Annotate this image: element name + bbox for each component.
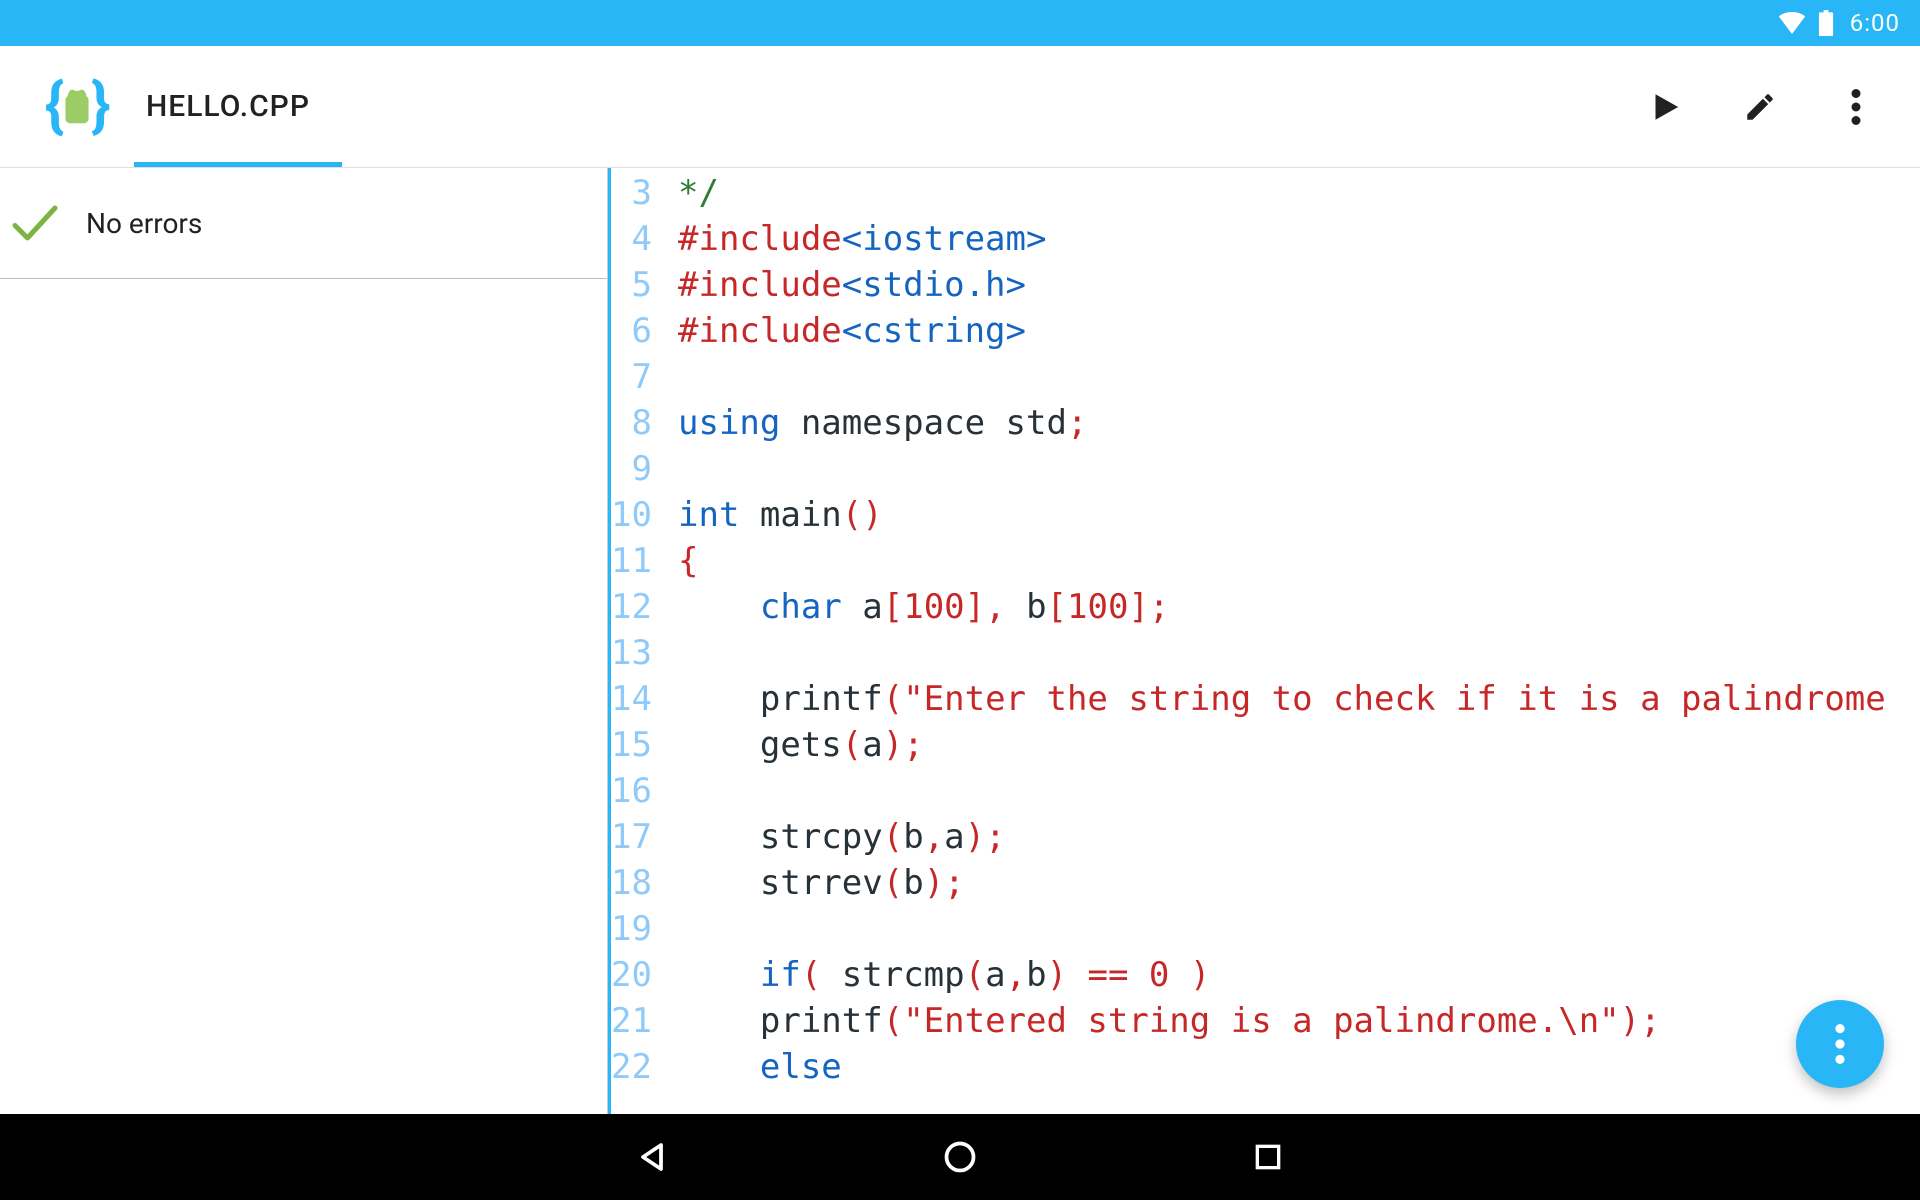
overflow-menu-button[interactable] (1836, 87, 1876, 127)
line-number: 11 (611, 538, 652, 584)
edit-button[interactable] (1740, 87, 1780, 127)
code-line[interactable]: #include<iostream> (678, 216, 1920, 262)
android-nav-bar (0, 1114, 1920, 1200)
svg-text:{: { (45, 70, 65, 141)
line-number: 5 (611, 262, 652, 308)
nav-recent-button[interactable] (1244, 1133, 1292, 1181)
code-line[interactable]: printf("Enter the string to check if it … (678, 676, 1920, 722)
code-line[interactable]: { (678, 538, 1920, 584)
app-bar: { } HELLO.CPP (0, 46, 1920, 168)
line-number-gutter: 345678910111213141516171819202122 (608, 168, 660, 1114)
fab-more-button[interactable] (1796, 1000, 1884, 1088)
battery-icon (1818, 10, 1834, 36)
nav-back-button[interactable] (628, 1133, 676, 1181)
line-number: 3 (611, 170, 652, 216)
code-line[interactable]: int main() (678, 492, 1920, 538)
status-clock: 6:00 (1850, 9, 1900, 37)
code-line[interactable]: else (678, 1044, 1920, 1090)
main-area: No errors 345678910111213141516171819202… (0, 168, 1920, 1114)
code-line[interactable]: char a[100], b[100]; (678, 584, 1920, 630)
code-line[interactable]: if( strcmp(a,b) == 0 ) (678, 952, 1920, 998)
file-title: HELLO.CPP (146, 89, 310, 124)
errors-panel: No errors (0, 168, 608, 1114)
line-number: 19 (611, 906, 652, 952)
line-number: 12 (611, 584, 652, 630)
error-status-text: No errors (86, 207, 202, 240)
code-line[interactable] (678, 354, 1920, 400)
line-number: 4 (611, 216, 652, 262)
line-number: 18 (611, 860, 652, 906)
active-tab-indicator (134, 162, 342, 167)
line-number: 17 (611, 814, 652, 860)
line-number: 21 (611, 998, 652, 1044)
code-line[interactable] (678, 906, 1920, 952)
code-line[interactable]: strcpy(b,a); (678, 814, 1920, 860)
code-line[interactable]: using namespace std; (678, 400, 1920, 446)
app-bar-actions (1644, 87, 1892, 127)
code-line[interactable] (678, 630, 1920, 676)
line-number: 6 (611, 308, 652, 354)
check-icon (8, 196, 62, 250)
error-status-row[interactable]: No errors (0, 168, 607, 279)
line-number: 7 (611, 354, 652, 400)
code-line[interactable]: #include<cstring> (678, 308, 1920, 354)
line-number: 8 (611, 400, 652, 446)
line-number: 13 (611, 630, 652, 676)
wifi-icon (1778, 12, 1806, 34)
code-line[interactable]: strrev(b); (678, 860, 1920, 906)
svg-text:}: } (91, 70, 111, 141)
line-number: 14 (611, 676, 652, 722)
code-line[interactable] (678, 768, 1920, 814)
line-number: 10 (611, 492, 652, 538)
code-line[interactable] (678, 446, 1920, 492)
code-line[interactable]: printf("Entered string is a palindrome.\… (678, 998, 1920, 1044)
line-number: 16 (611, 768, 652, 814)
line-number: 9 (611, 446, 652, 492)
line-number: 20 (611, 952, 652, 998)
app-icon[interactable]: { } (40, 70, 114, 144)
code-line[interactable]: */ (678, 170, 1920, 216)
line-number: 22 (611, 1044, 652, 1090)
line-number: 15 (611, 722, 652, 768)
android-status-bar: 6:00 (0, 0, 1920, 46)
code-line[interactable]: gets(a); (678, 722, 1920, 768)
code-editor[interactable]: 345678910111213141516171819202122 */#inc… (608, 168, 1920, 1114)
run-button[interactable] (1644, 87, 1684, 127)
code-line[interactable]: #include<stdio.h> (678, 262, 1920, 308)
code-content[interactable]: */#include<iostream>#include<stdio.h>#in… (660, 168, 1920, 1114)
nav-home-button[interactable] (936, 1133, 984, 1181)
